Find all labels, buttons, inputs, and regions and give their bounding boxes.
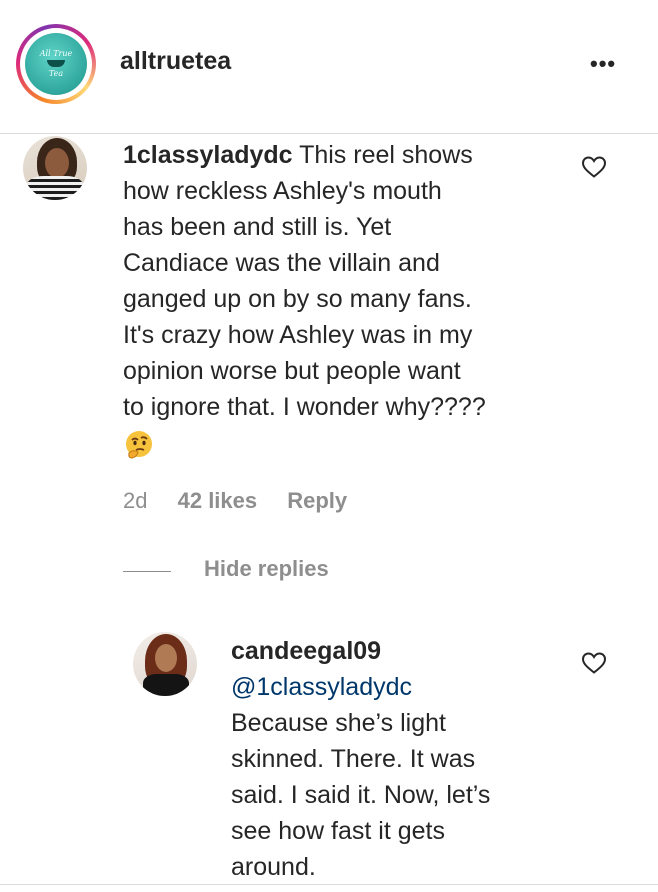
logo-text-line2: Tea [48,69,64,78]
header-username[interactable]: alltruetea [120,47,231,76]
comment-meta: 2d 42 likes Reply [123,488,347,514]
avatar-shirt [143,674,189,696]
reply-like-heart-icon[interactable] [581,651,607,675]
reply-line: Because she’s light [231,709,446,737]
comment-author[interactable]: 1classyladydc [123,141,293,169]
bottom-divider [0,884,658,885]
comment-line: It's crazy how Ashley was in my [123,321,473,349]
reply-line: see how fast it gets [231,817,446,845]
reply-author-avatar[interactable] [133,632,197,696]
like-heart-icon[interactable] [581,155,607,179]
thinking-face-emoji-icon [126,431,152,459]
profile-avatar-story-ring[interactable]: All True Tea [16,24,96,104]
reply-line: said. I said it. Now, let’s [231,781,491,809]
emoji-line [123,425,563,471]
comment-line: how reckless Ashley's mouth [123,177,442,205]
reply-line: around. [231,853,316,881]
more-options-icon[interactable]: ••• [590,53,630,75]
reply-line: skinned. There. It was [231,745,476,773]
hide-replies-button[interactable]: Hide replies [204,556,329,582]
comment-line: Candiace was the villain and [123,249,440,277]
comment-timestamp: 2d [123,488,148,513]
teacup-icon [47,60,65,67]
profile-avatar-logo: All True Tea [25,33,87,95]
comment-body: 1classyladydc This reel shows how reckle… [123,137,563,471]
commenter-avatar[interactable] [23,136,87,200]
avatar-shirt [27,176,83,200]
comment-line: ganged up on by so many fans. [123,285,472,313]
comment-likes-count[interactable]: 42 likes [178,488,258,514]
logo-text-line1: All True [39,49,73,58]
comment-line: opinion worse but people want [123,357,461,385]
reply-mention-link[interactable]: @1classyladydc [231,669,571,705]
hide-replies-divider [123,571,171,572]
reply-body: candeegal09 @1classyladydc Because she’s… [231,633,571,885]
reply-button[interactable]: Reply [287,488,347,514]
comment-line: to ignore that. I wonder why???? [123,393,486,421]
comment-line: has been and still is. Yet [123,213,392,241]
post-header: All True Tea alltruetea ••• [0,0,658,134]
comment-line: This reel shows [299,141,473,169]
avatar-face [155,644,177,672]
reply-author[interactable]: candeegal09 [231,633,571,669]
comment-first-line: 1classyladydc This reel shows [123,137,563,173]
avatar-face [45,148,69,178]
